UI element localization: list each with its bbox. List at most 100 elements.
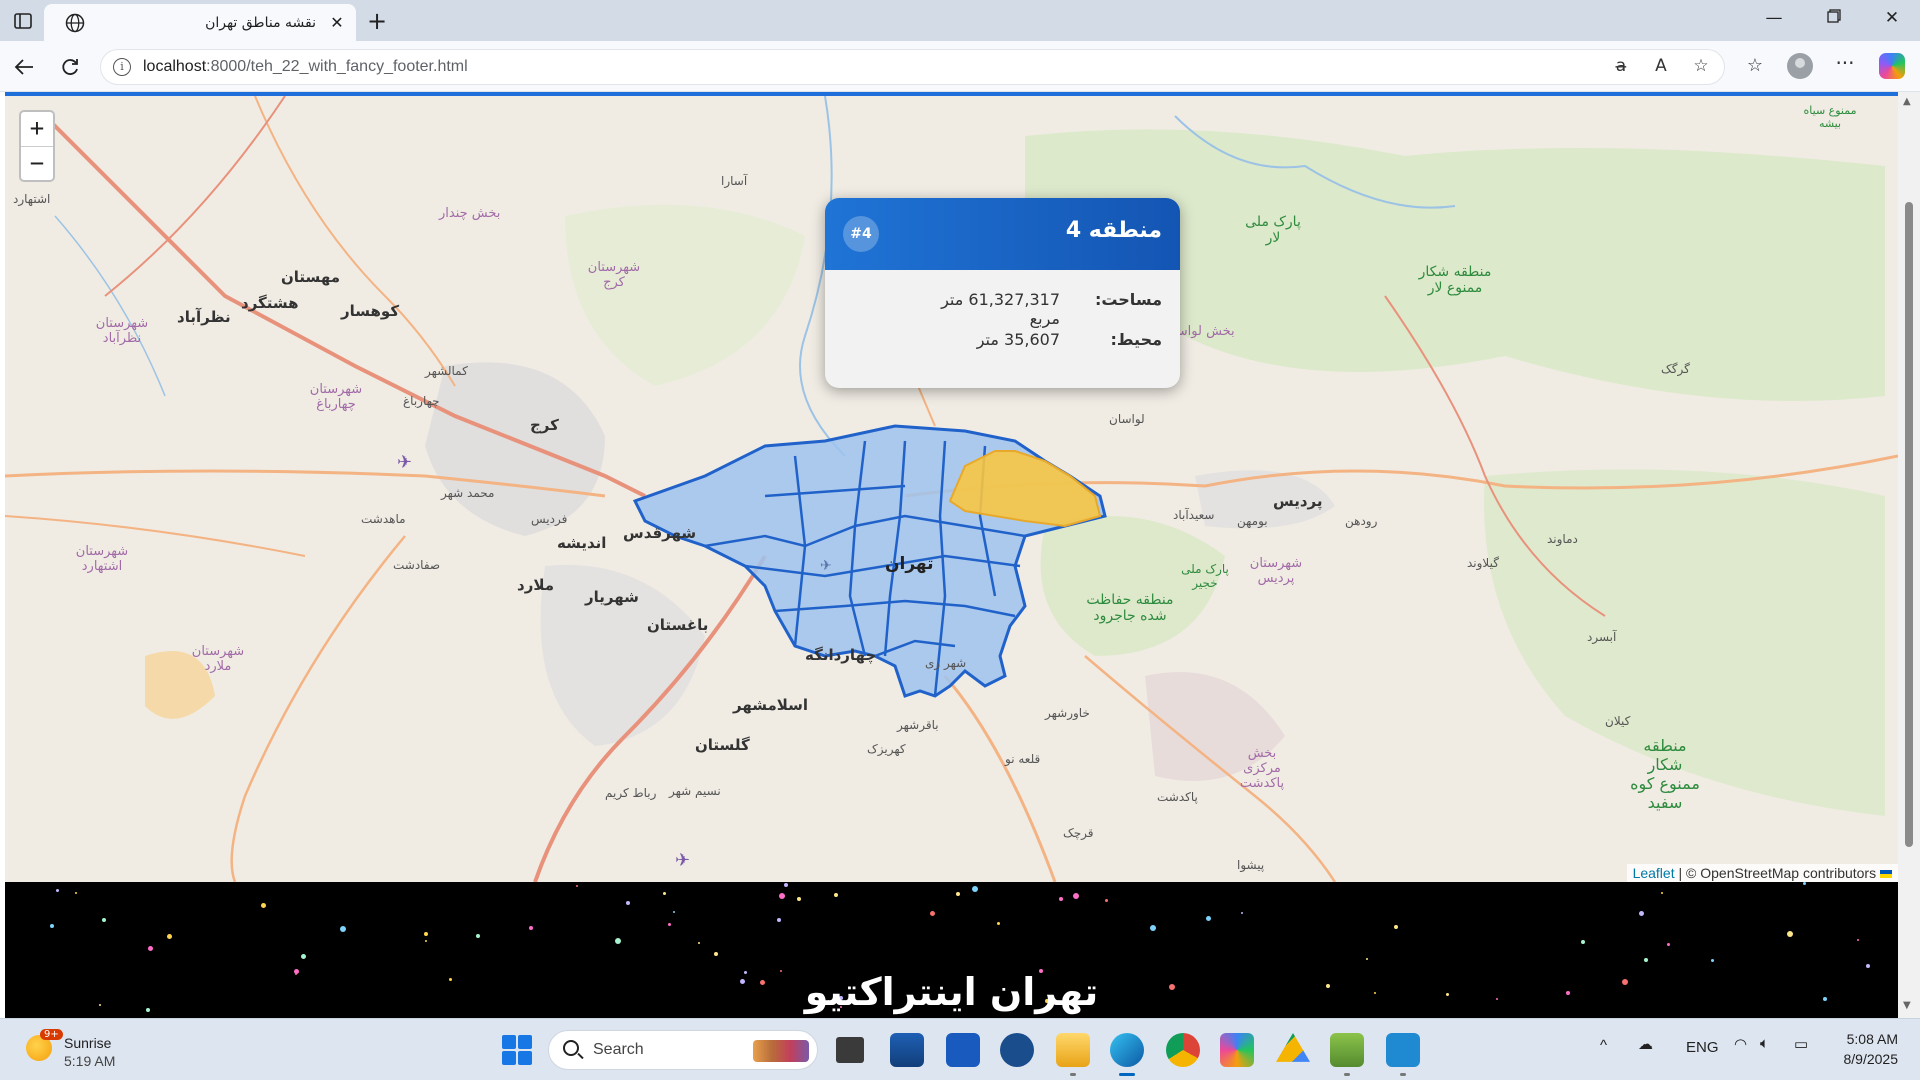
favorites-icon[interactable]: ☆	[1742, 55, 1768, 76]
perimeter-value: 35,607 متر	[976, 330, 1060, 349]
map-label-lar-reserve: منطقه شکار ممنوع لار	[1418, 264, 1492, 296]
ukraine-flag-icon	[1880, 870, 1892, 879]
map-label-jajrood: منطقه حفاظت شده جاجرود	[1086, 592, 1174, 624]
page-scrollbar[interactable]: ▲ ▼	[1898, 92, 1920, 1018]
new-tab-icon[interactable]: +	[364, 7, 390, 35]
word-icon[interactable]	[946, 1033, 980, 1067]
map-label-ashtehard-village: اشتهارد	[13, 192, 51, 206]
close-window-icon[interactable]: ✕	[1872, 8, 1912, 28]
attribution-text: | © OpenStreetMap contributors	[1674, 865, 1877, 881]
footer-title: تهران اینتراکتیو	[804, 970, 1099, 1014]
read-aloud-icon[interactable]: A	[1649, 56, 1673, 76]
footer-star	[425, 940, 427, 942]
page-viewport: ✈ ✈ ✈ کرج تهران شهریار اندیشه شهرقدس باغ…	[0, 92, 1920, 1018]
profile-avatar[interactable]	[1787, 53, 1813, 79]
map-label-kilan: کیلان	[1605, 714, 1631, 728]
footer-star	[1581, 940, 1585, 944]
browser-tab[interactable]: نقشه مناطق تهران ✕	[44, 4, 356, 41]
windows-taskbar: 9+ Sunrise 5:19 AM Search ^ ☁ ENG ◠ 🔈︎ ▭…	[0, 1018, 1920, 1080]
back-arrow-icon[interactable]	[10, 53, 38, 81]
popup-header: منطقه 4 #4	[825, 198, 1180, 270]
footer-star	[777, 918, 781, 922]
leaflet-map[interactable]: ✈ ✈ ✈ کرج تهران شهریار اندیشه شهرقدس باغ…	[5, 96, 1898, 882]
footer-star	[1857, 939, 1859, 941]
footer-star	[529, 926, 533, 930]
restore-icon[interactable]	[1814, 8, 1854, 28]
map-label-golestan: گلستان	[695, 736, 750, 754]
taskbar-search[interactable]: Search	[548, 1030, 818, 1070]
footer-star	[626, 901, 630, 905]
onedrive-icon[interactable]: ☁	[1638, 1035, 1653, 1053]
task-view-icon[interactable]	[836, 1037, 864, 1063]
site-info-icon[interactable]: i	[113, 58, 131, 76]
footer-star	[1787, 931, 1793, 937]
favorite-star-icon[interactable]: ☆	[1689, 56, 1713, 76]
map-label-kahrizak: کهریزک	[867, 742, 906, 756]
minimize-icon[interactable]: —	[1754, 8, 1794, 28]
zoom-in-button[interactable]: +	[21, 112, 53, 146]
map-label-andisheh: اندیشه	[557, 534, 607, 552]
svg-text:✈: ✈	[820, 558, 832, 574]
start-button[interactable]	[502, 1035, 532, 1065]
map-label-karaj: کرج	[530, 416, 559, 434]
footer-star	[1241, 912, 1243, 914]
map-label-safadasht: صفادشت	[393, 558, 441, 572]
edge-browser-icon[interactable]	[1110, 1033, 1144, 1076]
map-label-baghestan: باغستان	[647, 616, 709, 634]
scroll-thumb[interactable]	[1905, 202, 1913, 847]
leaflet-link[interactable]: Leaflet	[1633, 865, 1675, 881]
map-label-nasimshahr: نسیم شهر	[669, 784, 721, 798]
svg-text:✈: ✈	[397, 452, 412, 473]
volume-icon[interactable]: 🔈︎	[1760, 1035, 1769, 1052]
vscode-icon[interactable]	[1386, 1033, 1420, 1076]
scroll-up-icon[interactable]: ▲	[1903, 96, 1911, 107]
map-label-eslamshahr: اسلامشهر	[733, 696, 809, 714]
chrome-icon[interactable]	[1166, 1033, 1200, 1067]
map-label-tehran: تهران	[885, 554, 934, 574]
footer-star	[714, 952, 718, 956]
map-label-park-lar: پارک ملی لار	[1245, 214, 1301, 246]
copilot-icon[interactable]	[1879, 53, 1905, 79]
browser-title-bar: نقشه مناطق تهران ✕ + — ✕	[0, 0, 1920, 41]
weather-name: Sunrise	[64, 1035, 112, 1051]
wifi-icon[interactable]: ◠	[1734, 1035, 1747, 1053]
map-label-mahdasht: ماهدشت	[361, 512, 406, 526]
sidebar-toggle-icon[interactable]	[10, 8, 36, 34]
footer-star	[424, 932, 428, 936]
weather-widget[interactable]: 9+ Sunrise 5:19 AM	[22, 1029, 172, 1073]
copilot-app-icon[interactable]	[1220, 1033, 1254, 1067]
store-icon[interactable]	[890, 1033, 924, 1067]
footer-star	[956, 892, 960, 896]
footer-star	[340, 926, 346, 932]
translate-icon[interactable]: a̶	[1609, 56, 1633, 76]
scroll-down-icon[interactable]: ▼	[1903, 1000, 1911, 1011]
close-tab-icon[interactable]: ✕	[328, 13, 346, 32]
footer-star	[1711, 959, 1714, 962]
system-clock[interactable]: 5:08 AM 8/9/2025	[1826, 1029, 1899, 1069]
map-label-shahriar: شهریار	[585, 588, 639, 606]
browser-toolbar: i localhost:8000/teh_22_with_fancy_foote…	[0, 41, 1920, 92]
language-indicator[interactable]: ENG	[1686, 1039, 1719, 1056]
show-hidden-icons[interactable]: ^	[1600, 1037, 1607, 1054]
zoom-control: + −	[19, 110, 55, 182]
popup-perimeter-row: محیط: 35,607 متر	[912, 330, 1162, 360]
footer-star	[1639, 911, 1644, 916]
url-text[interactable]: localhost:8000/teh_22_with_fancy_footer.…	[143, 58, 468, 76]
footer-star	[1803, 882, 1806, 885]
vpn-app-icon[interactable]	[1000, 1033, 1034, 1067]
address-bar[interactable]: i localhost:8000/teh_22_with_fancy_foote…	[100, 49, 1725, 85]
chart-app-icon[interactable]	[1330, 1033, 1364, 1076]
zoom-out-button[interactable]: −	[21, 146, 53, 180]
refresh-icon[interactable]	[56, 53, 84, 81]
map-label-pishva: پیشوا	[1237, 858, 1265, 872]
battery-icon[interactable]: ▭	[1794, 1035, 1808, 1053]
footer-star	[261, 903, 266, 908]
more-menu-icon[interactable]: ···	[1832, 51, 1858, 75]
footer-star	[779, 893, 785, 899]
footer-star	[75, 892, 77, 894]
map-label-khojir: پارک ملی خجیر	[1181, 562, 1229, 590]
footer-star	[930, 911, 935, 916]
map-label-kooh-sefid: منطقه شکار ممنوع کوه سفید	[1630, 736, 1700, 812]
file-explorer-icon[interactable]	[1056, 1033, 1090, 1076]
google-drive-icon[interactable]	[1276, 1033, 1310, 1062]
